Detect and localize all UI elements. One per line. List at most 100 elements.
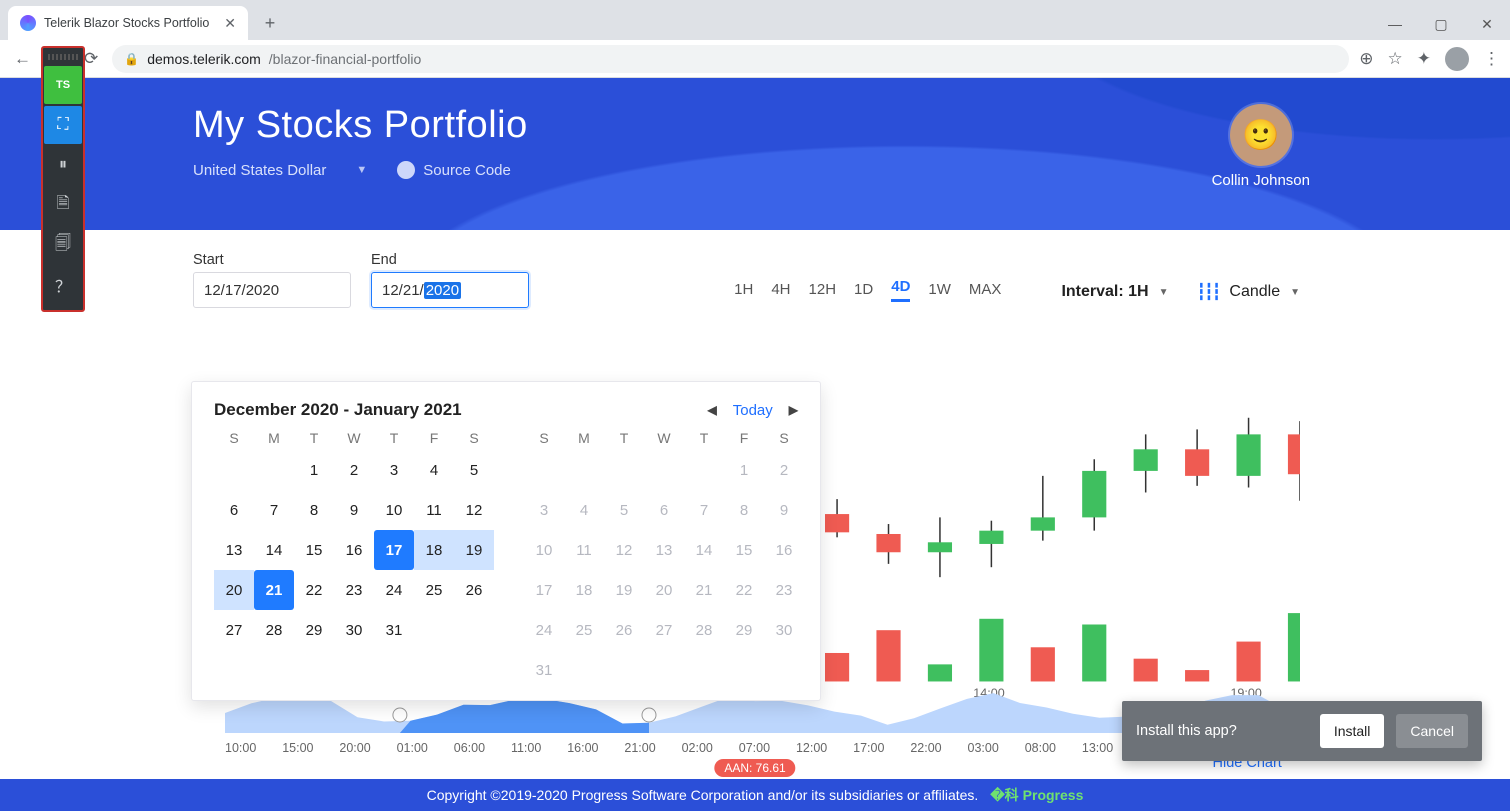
range-1w[interactable]: 1W [928, 281, 951, 302]
calendar-day[interactable]: 2 [334, 450, 374, 490]
calendar-next-icon[interactable]: ▶ [789, 403, 798, 417]
browser-tab[interactable]: Telerik Blazor Stocks Portfolio ✕ [8, 6, 248, 40]
calendar-day[interactable]: 13 [214, 530, 254, 570]
calendar-day[interactable]: 9 [334, 490, 374, 530]
end-date-input[interactable]: 12/21/2020 [371, 272, 529, 308]
calendar-day[interactable]: 3 [374, 450, 414, 490]
calendar-day[interactable]: 29 [294, 610, 334, 650]
calendar-day[interactable]: 17 [524, 570, 564, 610]
calendar-day[interactable]: 15 [294, 530, 334, 570]
calendar-day[interactable]: 28 [684, 610, 724, 650]
calendar-day[interactable]: 16 [334, 530, 374, 570]
calendar-day[interactable]: 26 [454, 570, 494, 610]
calendar-day[interactable]: 23 [764, 570, 804, 610]
calendar-day[interactable]: 5 [604, 490, 644, 530]
calendar-day[interactable]: 11 [564, 530, 604, 570]
new-tab-button[interactable]: + [256, 9, 284, 37]
calendar-today-link[interactable]: Today [733, 402, 773, 419]
help-button[interactable]: ？ [44, 266, 82, 304]
calendar-day[interactable]: 25 [564, 610, 604, 650]
devtools-sidebar[interactable]: TS ⛶ ⏸ 🗎 🗐 ？ [41, 46, 85, 312]
tab-close-icon[interactable]: ✕ [224, 15, 236, 32]
currency-dropdown[interactable]: United States Dollar ▼ [193, 162, 367, 179]
window-minimize-button[interactable]: — [1372, 8, 1418, 40]
window-close-button[interactable]: ✕ [1464, 8, 1510, 40]
start-date-input[interactable] [193, 272, 351, 308]
calendar-day[interactable]: 28 [254, 610, 294, 650]
calendar-day[interactable]: 9 [764, 490, 804, 530]
ts-badge-button[interactable]: TS [44, 66, 82, 104]
calendar-day[interactable]: 1 [294, 450, 334, 490]
calendar-day[interactable]: 10 [524, 530, 564, 570]
inspect-button[interactable]: ⛶ [44, 106, 82, 144]
calendar-day[interactable]: 20 [214, 570, 254, 610]
chart-type-dropdown[interactable]: ┇┇┇ Candle ▼ [1196, 282, 1300, 302]
calendar-day[interactable]: 4 [414, 450, 454, 490]
range-max[interactable]: MAX [969, 281, 1002, 302]
calendar-day[interactable]: 31 [524, 650, 564, 690]
calendar-day[interactable]: 17 [374, 530, 414, 570]
source-code-link[interactable]: Source Code [397, 161, 511, 179]
add-page-icon[interactable]: ⊕ [1359, 49, 1373, 69]
drag-grip-icon[interactable] [48, 54, 78, 60]
calendar-day[interactable]: 30 [764, 610, 804, 650]
calendar-day[interactable]: 6 [214, 490, 254, 530]
user-block[interactable]: 🙂 Collin Johnson [1212, 104, 1310, 189]
kebab-menu-icon[interactable]: ⋮ [1483, 49, 1500, 69]
nav-back-icon[interactable]: ← [10, 45, 35, 73]
extensions-icon[interactable]: ✦ [1417, 49, 1431, 69]
calendar-day[interactable]: 24 [374, 570, 414, 610]
calendar-day[interactable]: 15 [724, 530, 764, 570]
calendar-day[interactable]: 27 [214, 610, 254, 650]
calendar-day[interactable]: 11 [414, 490, 454, 530]
range-12h[interactable]: 12H [809, 281, 837, 302]
calendar-day[interactable]: 10 [374, 490, 414, 530]
calendar-day[interactable]: 8 [294, 490, 334, 530]
calendar-day[interactable]: 23 [334, 570, 374, 610]
calendar-day[interactable]: 2 [764, 450, 804, 490]
calendar-day[interactable]: 3 [524, 490, 564, 530]
calendar-day[interactable]: 27 [644, 610, 684, 650]
calendar-day[interactable]: 12 [604, 530, 644, 570]
calendar-day[interactable]: 20 [644, 570, 684, 610]
calendar-day[interactable]: 7 [684, 490, 724, 530]
calendar-day[interactable]: 21 [254, 570, 294, 610]
calendar-day[interactable]: 7 [254, 490, 294, 530]
calendar-day[interactable]: 6 [644, 490, 684, 530]
calendar-day[interactable]: 19 [604, 570, 644, 610]
calendar-day[interactable]: 25 [414, 570, 454, 610]
calendar-day[interactable]: 18 [414, 530, 454, 570]
export-button[interactable]: 🗐 [44, 226, 82, 264]
calendar-day[interactable]: 18 [564, 570, 604, 610]
url-input[interactable]: 🔒 demos.telerik.com/blazor-financial-por… [112, 45, 1349, 73]
calendar-day[interactable]: 31 [374, 610, 414, 650]
calendar-day[interactable]: 29 [724, 610, 764, 650]
calendar-day[interactable]: 14 [684, 530, 724, 570]
calendar-prev-icon[interactable]: ◀ [708, 403, 717, 417]
calendar-day[interactable]: 26 [604, 610, 644, 650]
pause-button[interactable]: ⏸ [44, 146, 82, 184]
interval-dropdown[interactable]: Interval: 1H ▼ [1061, 283, 1168, 301]
calendar-day[interactable]: 14 [254, 530, 294, 570]
calendar-day[interactable]: 1 [724, 450, 764, 490]
cancel-button[interactable]: Cancel [1396, 714, 1468, 748]
window-maximize-button[interactable]: ▢ [1418, 8, 1464, 40]
calendar-day[interactable]: 21 [684, 570, 724, 610]
range-4d[interactable]: 4D [891, 278, 910, 302]
calendar-day[interactable]: 30 [334, 610, 374, 650]
calendar-day[interactable]: 16 [764, 530, 804, 570]
layout-button[interactable]: 🗎 [44, 186, 82, 224]
calendar-day[interactable]: 12 [454, 490, 494, 530]
calendar-day[interactable]: 22 [294, 570, 334, 610]
range-1h[interactable]: 1H [734, 281, 753, 302]
calendar-day[interactable]: 22 [724, 570, 764, 610]
progress-logo[interactable]: �科 Progress [990, 785, 1083, 805]
calendar-day[interactable]: 4 [564, 490, 604, 530]
profile-avatar-icon[interactable] [1445, 47, 1469, 71]
calendar-day[interactable]: 24 [524, 610, 564, 650]
range-4h[interactable]: 4H [771, 281, 790, 302]
date-range-calendar[interactable]: December 2020 - January 2021 ◀ Today ▶ S… [191, 381, 821, 701]
calendar-day[interactable]: 13 [644, 530, 684, 570]
calendar-day[interactable]: 5 [454, 450, 494, 490]
install-button[interactable]: Install [1320, 714, 1385, 748]
